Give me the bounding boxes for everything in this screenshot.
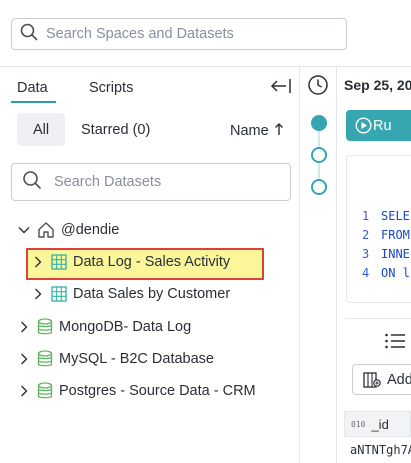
panel-divider [299, 66, 300, 463]
chevron-right-icon[interactable] [17, 353, 31, 365]
column-header-id[interactable]: 010 _id [344, 411, 411, 437]
add-label: Add [387, 371, 411, 388]
filter-all-button[interactable]: All [17, 113, 65, 146]
global-search-box[interactable] [11, 18, 347, 50]
dataset-item-sales-by-customer[interactable]: Data Sales by Customer [31, 286, 230, 302]
source-label: MongoDB- Data Log [59, 319, 192, 335]
global-search-input[interactable] [46, 26, 326, 42]
header-divider [0, 66, 411, 67]
dataset-item-sales-activity[interactable]: Data Log - Sales Activity [31, 254, 230, 270]
code-line: 4 ON l [362, 266, 410, 280]
search-icon [22, 170, 42, 195]
add-button[interactable]: Add [352, 364, 411, 395]
home-icon [37, 221, 55, 239]
collapse-panel-icon[interactable] [270, 78, 292, 99]
source-label: Postgres - Source Data - CRM [59, 383, 256, 399]
database-icon [37, 318, 53, 336]
code-line: 3 INNE [362, 247, 410, 261]
history-date: Sep 25, 20 [344, 77, 411, 93]
database-icon [37, 350, 53, 368]
add-column-icon [363, 372, 381, 392]
filter-starred-button[interactable]: Starred (0) [81, 122, 150, 138]
timeline-dot-active[interactable] [311, 115, 327, 131]
dataset-label: Data Log - Sales Activity [73, 254, 231, 270]
search-icon [20, 23, 38, 46]
dataset-search-input[interactable] [54, 174, 274, 190]
code-line: 1 SELE [362, 209, 410, 223]
active-tab-indicator [11, 101, 56, 103]
arrow-up-icon [274, 122, 284, 140]
dataset-search-box[interactable] [11, 163, 291, 201]
source-label: MySQL - B2C Database [59, 351, 214, 367]
chevron-right-icon[interactable] [17, 385, 31, 397]
source-item-postgres[interactable]: Postgres - Source Data - CRM [17, 382, 256, 400]
source-item-mysql[interactable]: MySQL - B2C Database [17, 350, 214, 368]
timeline-dot[interactable] [311, 179, 327, 195]
tab-data[interactable]: Data [17, 80, 48, 96]
space-item-dendie[interactable]: @dendie [17, 221, 119, 239]
chevron-right-icon[interactable] [31, 288, 45, 300]
column-type: 010 [351, 419, 366, 429]
space-label: @dendie [61, 222, 120, 238]
results-divider [345, 318, 411, 319]
timeline-dot[interactable] [311, 147, 327, 163]
run-label: Ru [373, 117, 392, 134]
table-icon [51, 286, 67, 302]
source-item-mongodb[interactable]: MongoDB- Data Log [17, 318, 191, 336]
chevron-down-icon[interactable] [17, 226, 31, 234]
code-line: 2 FROM [362, 228, 410, 242]
database-icon [37, 382, 53, 400]
sort-by-name-button[interactable]: Name [230, 122, 284, 140]
chevron-right-icon[interactable] [31, 256, 45, 268]
table-icon [51, 254, 67, 270]
dataset-label: Data Sales by Customer [73, 286, 231, 302]
chevron-right-icon[interactable] [17, 321, 31, 333]
sort-label: Name [230, 123, 269, 139]
clock-icon[interactable] [307, 74, 329, 101]
column-name: _id [371, 416, 389, 432]
run-button[interactable]: Ru [346, 110, 411, 141]
history-divider [336, 66, 337, 463]
tab-scripts[interactable]: Scripts [89, 80, 133, 96]
play-icon [355, 117, 372, 138]
grid-cell[interactable]: aNTNTgh7A [350, 443, 411, 457]
list-icon[interactable] [384, 332, 406, 355]
